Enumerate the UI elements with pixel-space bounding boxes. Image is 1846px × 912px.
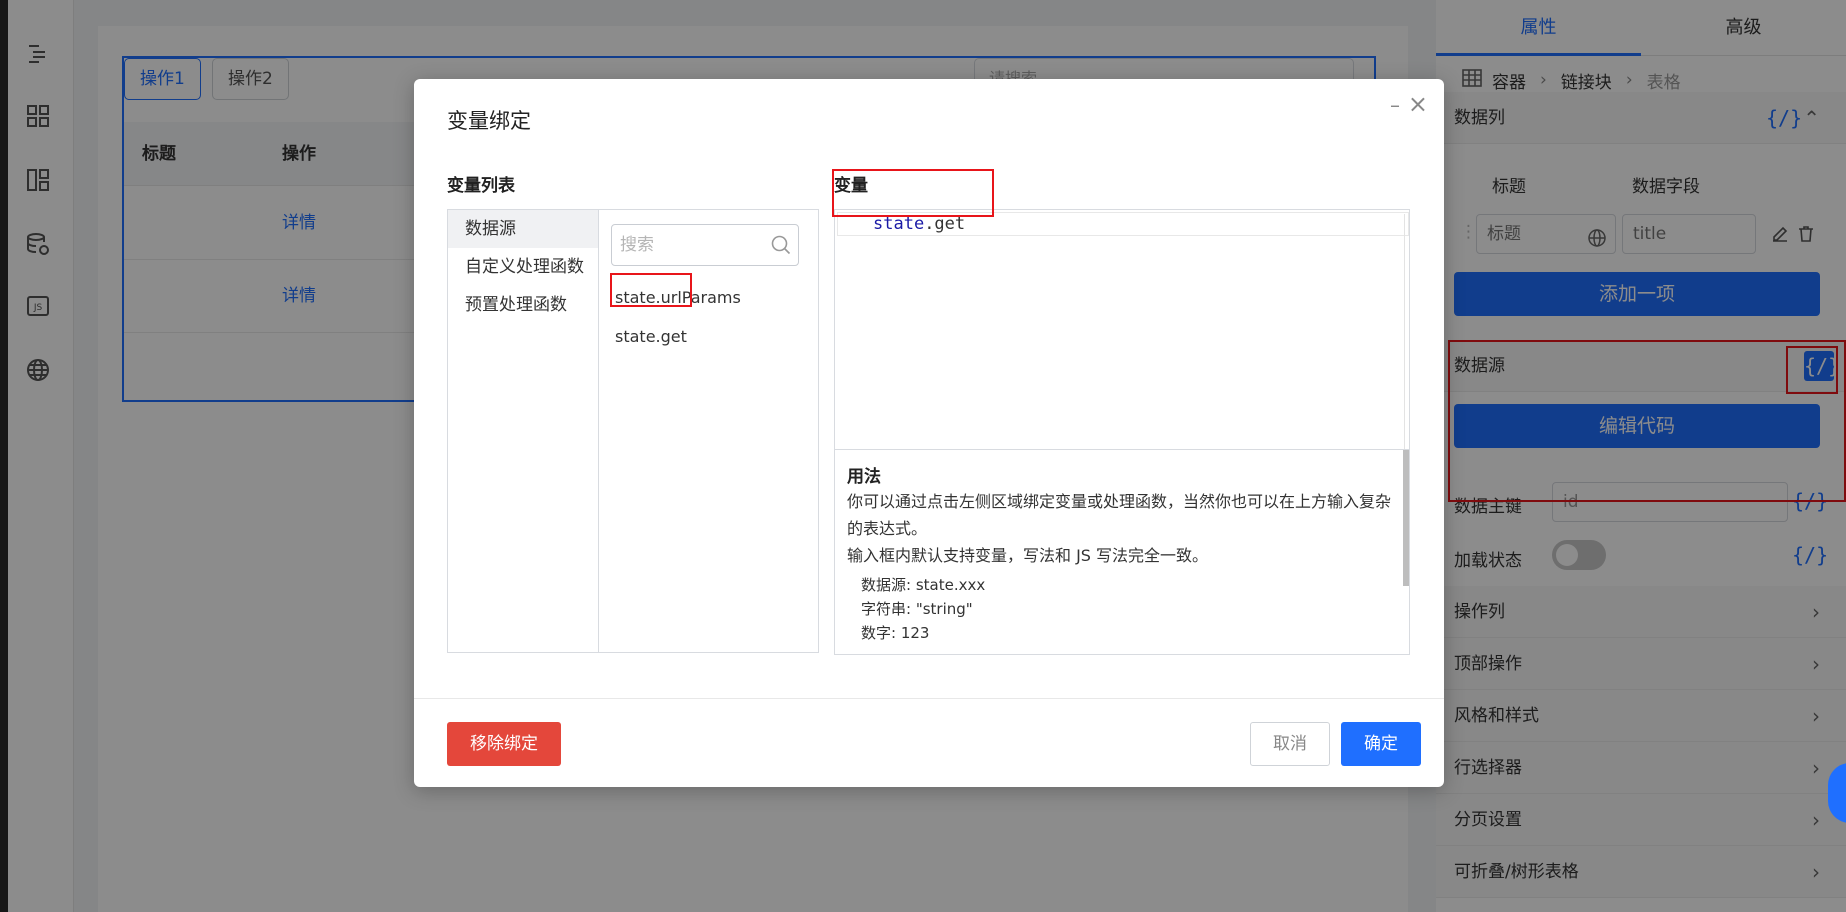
variable-search-input[interactable]: 搜索	[611, 224, 799, 266]
close-icon[interactable]: ×	[1408, 90, 1428, 118]
expression-editor[interactable]: state.get	[834, 209, 1410, 455]
editor-scrollbar[interactable]	[1404, 214, 1405, 450]
usage-paragraph: 输入框内默认支持变量，写法和 JS 写法完全一致。	[847, 546, 1209, 565]
footer-divider	[414, 698, 1444, 699]
category-item-preset-functions[interactable]: 预置处理函数	[448, 286, 598, 324]
usage-example: 数字: 123	[861, 624, 930, 642]
minimize-icon[interactable]: –	[1390, 93, 1400, 117]
cancel-button[interactable]: 取消	[1250, 722, 1330, 766]
usage-title: 用法	[847, 467, 881, 487]
usage-paragraph: 你可以通过点击左侧区域绑定变量或处理函数，当然你也可以在上方输入复杂的表达式。	[847, 492, 1392, 538]
code-object: state	[873, 214, 925, 234]
confirm-button[interactable]: 确定	[1341, 722, 1421, 766]
search-icon	[771, 235, 791, 255]
usage-example: 数据源: state.xxx	[861, 576, 986, 594]
variable-binding-dialog: 变量绑定 – × 变量列表 变量 数据源 自定义处理函数 预置处理函数 搜索 s…	[414, 79, 1444, 787]
usage-example: 字符串: "string"	[861, 600, 973, 618]
code-member: .get	[924, 214, 966, 234]
variable-list-title: 变量列表	[447, 176, 515, 196]
usage-scrollbar[interactable]	[1403, 450, 1409, 586]
annotation-box	[832, 169, 994, 217]
remove-binding-button[interactable]: 移除绑定	[447, 722, 561, 766]
dialog-title: 变量绑定	[447, 109, 531, 133]
annotation-box	[610, 273, 692, 307]
variable-item[interactable]: state.get	[615, 327, 687, 346]
category-column: 数据源 自定义处理函数 预置处理函数	[448, 210, 599, 652]
category-item-data-source[interactable]: 数据源	[448, 210, 598, 248]
category-item-custom-functions[interactable]: 自定义处理函数	[448, 248, 598, 286]
search-placeholder: 搜索	[620, 235, 654, 255]
usage-help-panel: 用法 你可以通过点击左侧区域绑定变量或处理函数，当然你也可以在上方输入复杂的表达…	[834, 449, 1410, 655]
